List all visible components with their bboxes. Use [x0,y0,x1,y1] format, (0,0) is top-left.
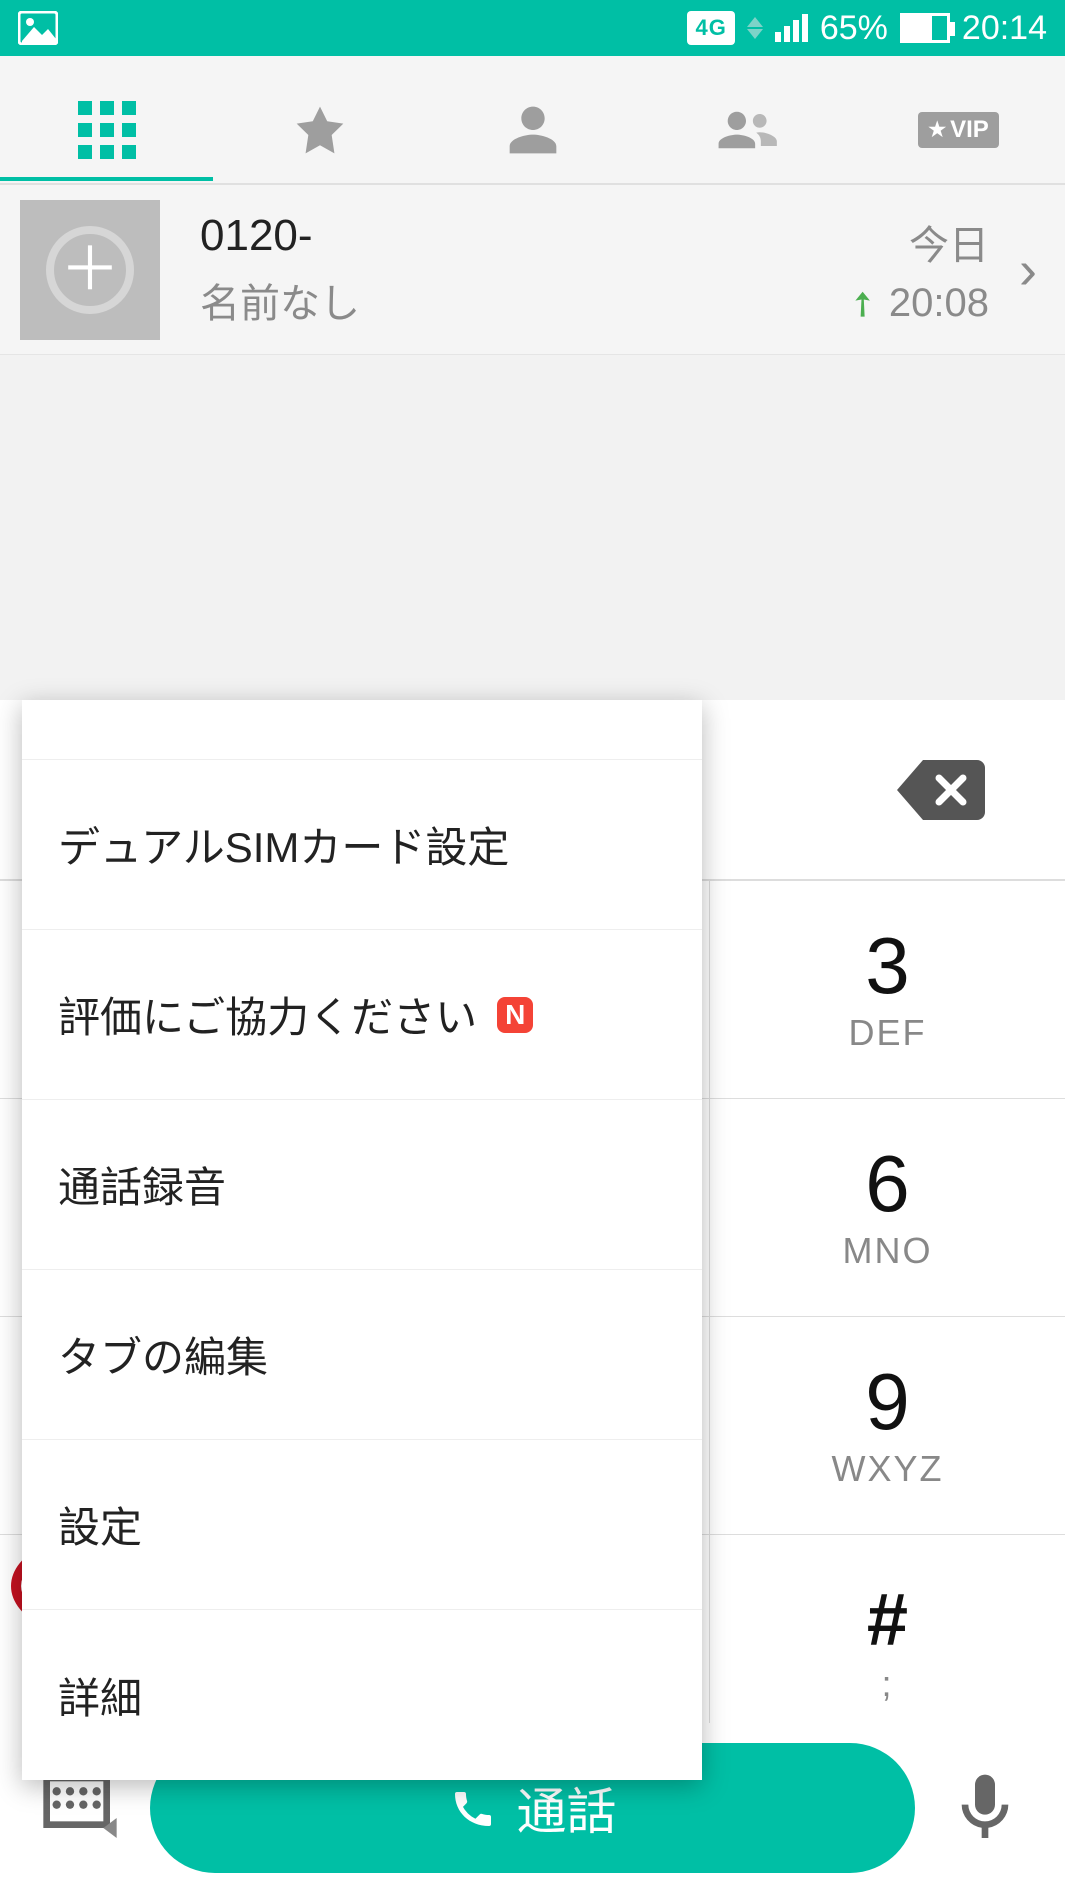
call-label: 通話 [517,1772,617,1844]
menu-dualsim-label: デュアルSIMカード設定 [58,814,509,875]
tab-groups[interactable] [639,102,852,158]
tab-dialpad[interactable] [0,101,213,159]
menu-record-label: 通話録音 [58,1154,226,1215]
call-log: ＋ 0120- 名前なし 今日 ➚ 20:08 › [0,184,1065,355]
person-icon [505,102,561,158]
clock: 20:14 [962,9,1047,48]
data-arrows-icon [747,17,763,39]
key-9-digit: 9 [865,1362,910,1442]
key-3[interactable]: 3 DEF [710,880,1065,1098]
battery-icon [900,13,950,43]
vip-label: VIP [950,116,989,144]
grid-icon [78,101,136,159]
tab-bar: ★VIP [0,56,1065,184]
tab-contacts[interactable] [426,102,639,158]
key-3-digit: 3 [865,926,910,1006]
menu-rate-label: 評価にご協力ください [58,984,477,1045]
plus-icon: ＋ [60,240,120,300]
menu-call-record[interactable]: 通話録音 [22,1100,702,1270]
menu-details-label: 詳細 [58,1665,142,1726]
network-type-badge: 4G [687,11,734,45]
star-icon [292,102,348,158]
battery-percent: 65% [820,9,888,48]
key-9-letters: WXYZ [832,1448,944,1490]
call-number: 0120- [200,211,848,261]
mic-icon[interactable] [945,1768,1025,1848]
menu-edit-tabs[interactable]: タブの編集 [22,1270,702,1440]
key-6[interactable]: 6 MNO [710,1098,1065,1316]
call-name: 名前なし [200,271,848,329]
menu-settings-label: 設定 [58,1494,142,1555]
menu-details[interactable]: 詳細 [22,1610,702,1780]
key-3-letters: DEF [849,1012,927,1054]
picture-icon [18,11,58,45]
tab-favorites[interactable] [213,102,426,158]
add-contact-avatar[interactable]: ＋ [20,200,160,340]
overflow-menu: ブロックリスト デュアルSIMカード設定 評価にご協力ください N 通話録音 タブ… [22,700,702,1780]
chevron-right-icon[interactable]: › [1019,239,1037,301]
key-6-letters: MNO [843,1230,933,1272]
key-hash-char: # [867,1583,908,1657]
key-hash[interactable]: #; [710,1534,1065,1752]
backspace-icon[interactable] [897,760,985,820]
signal-bars-icon [775,14,808,42]
call-day: 今日 [909,213,989,271]
vip-badge: ★VIP [918,112,999,148]
menu-blocklist[interactable]: ブロックリスト [22,700,702,760]
call-log-row[interactable]: ＋ 0120- 名前なし 今日 ➚ 20:08 › [0,185,1065,355]
people-icon [714,102,778,158]
new-badge: N [497,997,533,1033]
menu-blocklist-label: ブロックリスト [58,700,352,707]
status-bar: 4G 65% 20:14 [0,0,1065,56]
menu-edittabs-label: タブの編集 [58,1324,268,1385]
key-6-digit: 6 [865,1144,910,1224]
call-time: 20:08 [889,281,989,326]
phone-icon [449,1784,497,1832]
key-hash-sub: ; [881,1663,893,1705]
hide-keypad-icon[interactable] [40,1768,120,1848]
menu-dualsim[interactable]: デュアルSIMカード設定 [22,760,702,930]
menu-settings[interactable]: 設定 [22,1440,702,1610]
key-9[interactable]: 9 WXYZ [710,1316,1065,1534]
menu-rate[interactable]: 評価にご協力ください N [22,930,702,1100]
tab-vip[interactable]: ★VIP [852,112,1065,148]
